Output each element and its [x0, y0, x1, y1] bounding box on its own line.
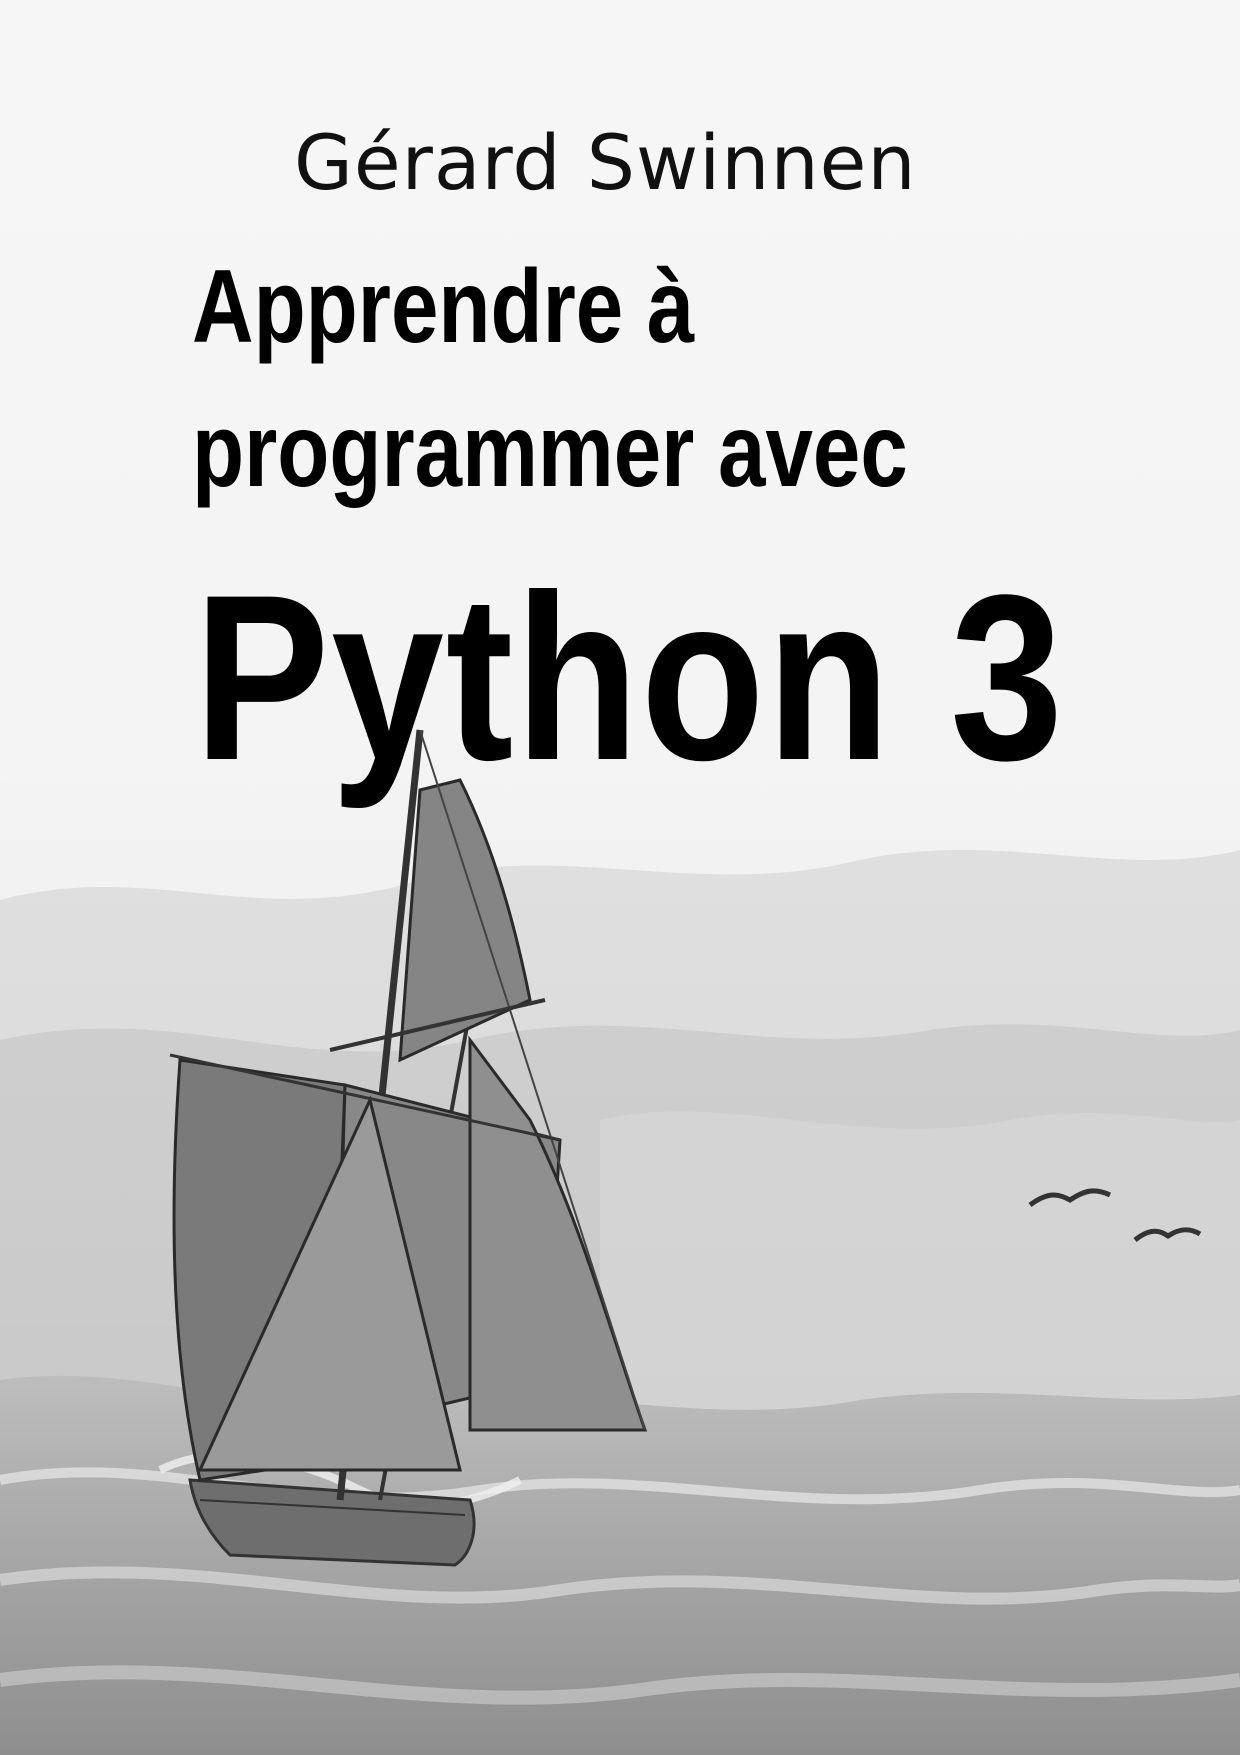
book-cover: Gérard Swinnen Apprendre à programmer av…	[0, 0, 1240, 1755]
title-main: Python 3	[194, 546, 1065, 810]
author-name: Gérard Swinnen	[294, 118, 917, 207]
title-line-2: programmer avec	[192, 393, 908, 509]
title-line-1: Apprendre à	[192, 249, 695, 365]
